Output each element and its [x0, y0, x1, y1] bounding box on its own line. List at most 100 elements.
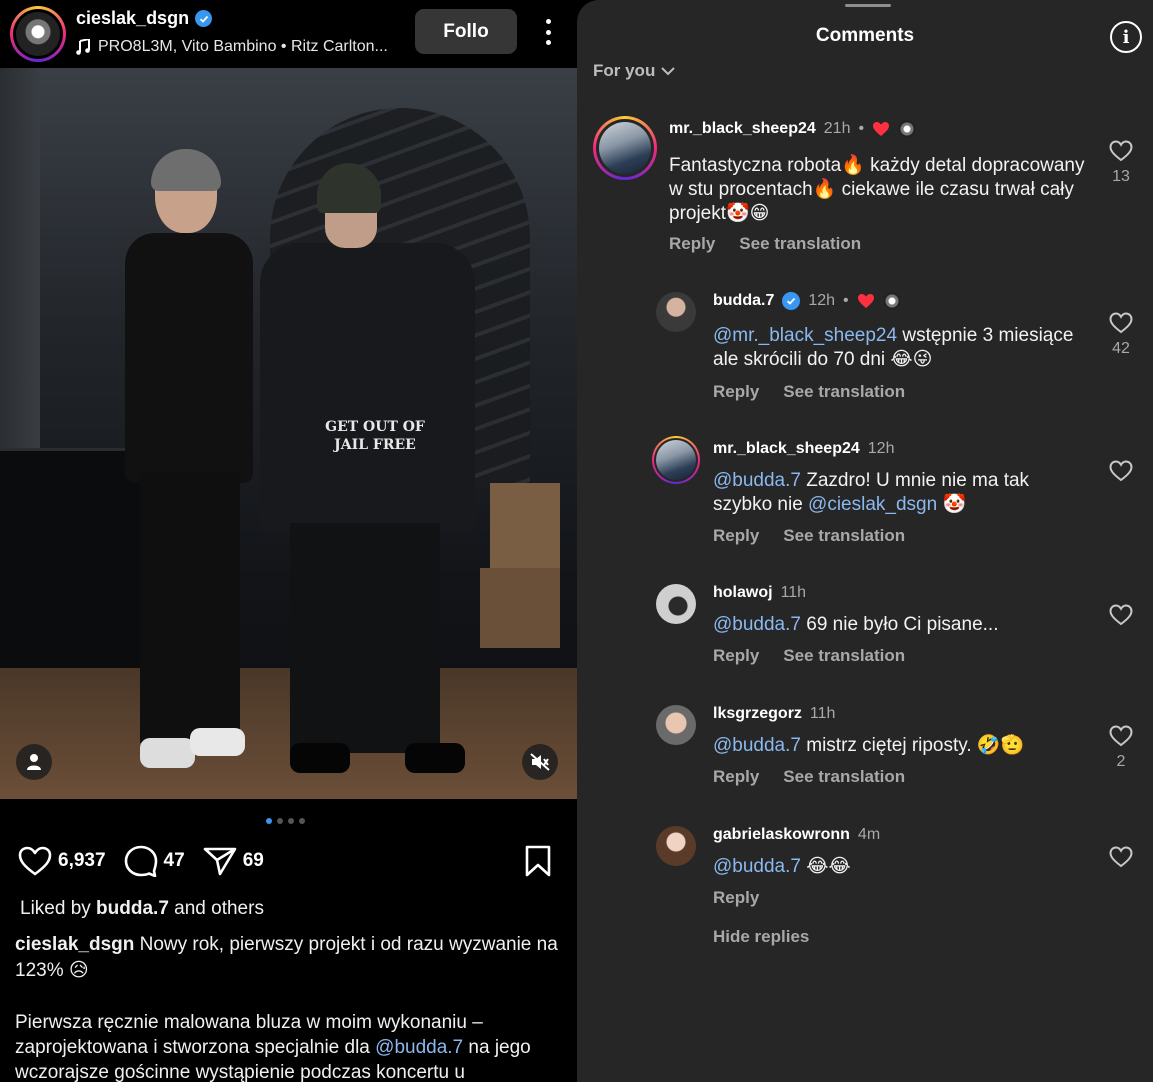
heart-icon[interactable] — [1109, 460, 1133, 482]
comment-text: @budda.7 Zazdro! U mnie nie ma tak szybk… — [713, 470, 1030, 515]
comment-username[interactable]: holawoj — [713, 584, 773, 602]
comment-mention[interactable]: @budda.7 — [713, 735, 801, 756]
author-liked-heart-icon — [857, 294, 874, 308]
tagged-people-icon[interactable] — [16, 744, 52, 780]
comment-time: 11h — [809, 705, 836, 722]
comment-meta: gabrielaskowronn 4m — [713, 826, 880, 844]
see-translation-button[interactable]: See translation — [783, 382, 905, 402]
comment-time: 12h — [808, 292, 836, 309]
comment-like[interactable]: 2 — [1108, 725, 1134, 771]
reply-button[interactable]: Reply — [669, 234, 715, 254]
comment-like[interactable]: 42 — [1108, 312, 1134, 358]
commenter-avatar[interactable] — [656, 292, 696, 332]
comment-mention[interactable]: @budda.7 — [713, 856, 801, 877]
chevron-down-icon — [661, 66, 676, 75]
heart-icon[interactable] — [1109, 312, 1133, 334]
post-pane: cieslak_dsgn PRO8L3M, Vito Bambino • Rit… — [0, 0, 577, 1082]
comment-mention[interactable]: @budda.7 — [713, 614, 801, 635]
comment-icon[interactable] — [124, 845, 158, 877]
comment-actions: Reply See translation — [669, 234, 861, 254]
see-translation-button[interactable]: See translation — [783, 526, 905, 546]
heart-icon[interactable] — [1109, 725, 1133, 747]
heart-icon[interactable] — [18, 846, 52, 876]
verified-icon — [195, 10, 213, 27]
info-icon[interactable]: i — [1110, 21, 1142, 53]
comment-meta: lksgrzegorz 11h — [713, 705, 835, 723]
post-actions: 6,937 47 69 — [18, 843, 558, 879]
share-action[interactable]: 69 — [203, 846, 264, 876]
follow-button[interactable]: Follo — [415, 9, 517, 54]
reply-button[interactable]: Reply — [713, 526, 759, 546]
see-translation-button[interactable]: See translation — [783, 767, 905, 787]
heart-icon[interactable] — [1109, 846, 1133, 868]
comment-time: 4m — [857, 826, 881, 843]
caption-author[interactable]: cieslak_dsgn — [15, 934, 134, 955]
post-author-avatar[interactable] — [10, 6, 66, 62]
comment-mention[interactable]: @cieslak_dsgn — [808, 494, 937, 515]
post-header: cieslak_dsgn PRO8L3M, Vito Bambino • Rit… — [0, 0, 577, 68]
comment-text: Fantastyczna robota🔥 każdy detal dopraco… — [669, 155, 1085, 224]
drag-handle[interactable] — [845, 4, 891, 7]
comment-username[interactable]: mr._black_sheep24 — [669, 120, 816, 138]
liked-by-user[interactable]: budda.7 — [96, 898, 169, 919]
comment-like[interactable] — [1108, 460, 1134, 482]
post-author[interactable]: cieslak_dsgn — [76, 8, 213, 29]
comment-meta: mr._black_sheep24 21h • — [669, 120, 917, 138]
comment-text: @mr._black_sheep24 wstępnie 3 miesiące a… — [713, 325, 1074, 370]
comment-time: 11h — [780, 584, 807, 601]
comment-filter-dropdown[interactable]: For you — [593, 61, 676, 81]
comment-actions: Reply See translation — [713, 646, 905, 666]
caption-mention[interactable]: @budda.7 — [375, 1037, 463, 1058]
music-label: PRO8L3M, Vito Bambino • Ritz Carlton... — [98, 38, 388, 55]
verified-icon — [782, 292, 801, 310]
music-note-icon — [76, 39, 90, 55]
reply-button[interactable]: Reply — [713, 888, 759, 908]
comment-like-count: 13 — [1112, 168, 1130, 185]
mute-icon[interactable] — [522, 744, 558, 780]
comment-like-count: 2 — [1116, 753, 1126, 770]
comment-like[interactable] — [1108, 846, 1134, 868]
comment-username[interactable]: mr._black_sheep24 — [713, 440, 860, 458]
panel-title: Comments — [815, 25, 915, 46]
comment-username[interactable]: gabrielaskowronn — [713, 826, 850, 844]
liked-by[interactable]: Liked by budda.7 and others — [20, 898, 264, 920]
heart-icon[interactable] — [1109, 140, 1133, 162]
see-translation-button[interactable]: See translation — [783, 646, 905, 666]
commenter-avatar[interactable] — [656, 584, 696, 624]
music-info[interactable]: PRO8L3M, Vito Bambino • Ritz Carlton... — [76, 38, 388, 56]
reply-button[interactable]: Reply — [713, 646, 759, 666]
comment-meta: budda.7 12h • — [713, 292, 901, 310]
more-options-icon[interactable] — [534, 16, 562, 48]
comment-text: @budda.7 mistrz ciętej riposty. 🤣🫡 — [713, 735, 1025, 756]
post-photo[interactable]: GET OUT OF JAIL FREE — [0, 68, 577, 799]
like-action[interactable]: 6,937 — [18, 846, 106, 876]
comment-time: 12h — [867, 440, 895, 457]
shares-count: 69 — [242, 850, 264, 871]
commenter-avatar[interactable] — [652, 436, 700, 484]
commenter-avatar[interactable] — [656, 705, 696, 745]
comment-like-count: 42 — [1112, 340, 1130, 357]
reply-button[interactable]: Reply — [713, 767, 759, 787]
commenter-avatar[interactable] — [593, 116, 657, 180]
author-avatar-mini-icon — [898, 120, 917, 138]
comment-username[interactable]: lksgrzegorz — [713, 705, 802, 723]
person-right: GET OUT OF JAIL FREE — [255, 163, 480, 773]
comment-like[interactable] — [1108, 604, 1134, 626]
comment-mention[interactable]: @budda.7 — [713, 470, 801, 491]
hide-replies-button[interactable]: Hide replies — [713, 927, 809, 947]
heart-icon[interactable] — [1109, 604, 1133, 626]
comment-text: @budda.7 😂😂 — [713, 856, 851, 877]
see-translation-button[interactable]: See translation — [739, 234, 861, 254]
comment-username[interactable]: budda.7 — [713, 292, 774, 310]
comment-mention[interactable]: @mr._black_sheep24 — [713, 325, 897, 346]
comment-meta: holawoj 11h — [713, 584, 806, 602]
comment-like[interactable]: 13 — [1108, 140, 1134, 186]
reply-button[interactable]: Reply — [713, 382, 759, 402]
comment-action[interactable]: 47 — [124, 845, 185, 877]
commenter-avatar[interactable] — [656, 826, 696, 866]
comment-actions: Reply See translation — [713, 526, 905, 546]
carousel-indicator — [266, 818, 305, 824]
post-author-name[interactable]: cieslak_dsgn — [76, 8, 189, 29]
share-icon[interactable] — [203, 846, 237, 876]
bookmark-icon[interactable] — [524, 845, 552, 882]
